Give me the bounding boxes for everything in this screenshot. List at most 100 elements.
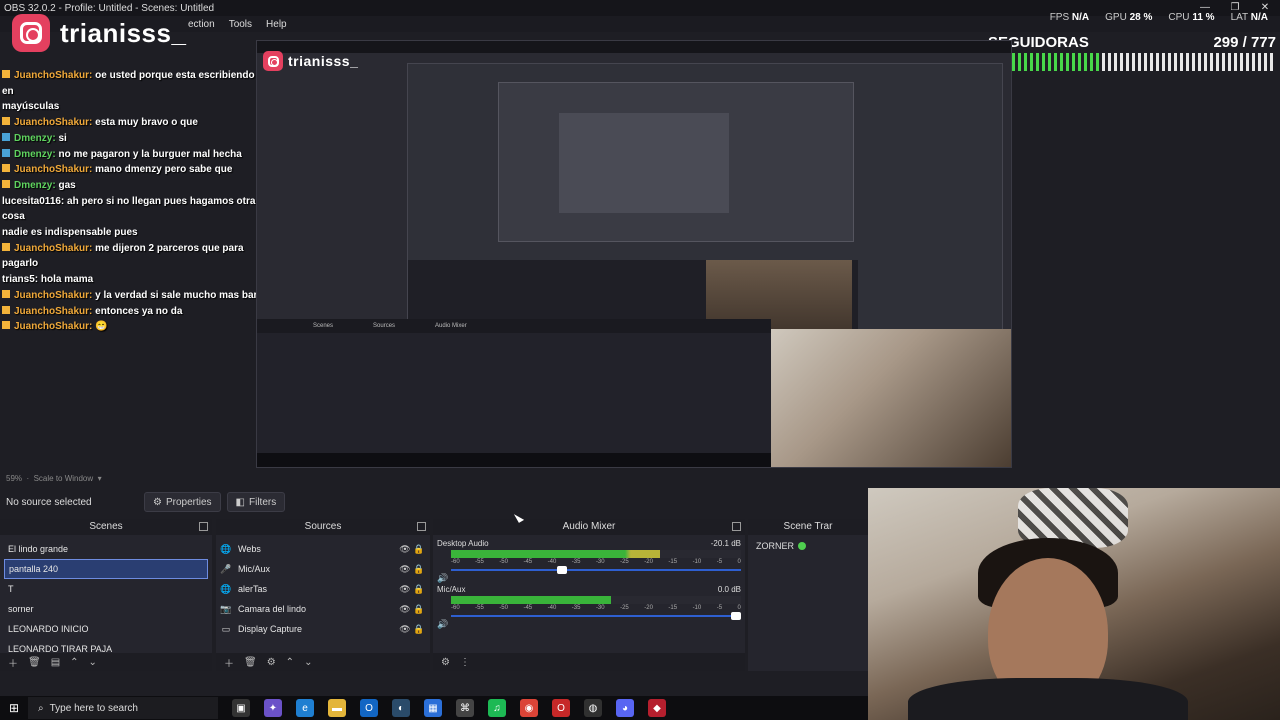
volume-slider-handle[interactable]: [557, 566, 567, 574]
add-icon[interactable]: ＋: [224, 655, 234, 670]
stat-fps: FPS N/A: [1049, 12, 1090, 23]
steam-icon[interactable]: ◐: [392, 699, 410, 717]
lock-icon[interactable]: 🔒: [412, 584, 426, 595]
chrome-icon[interactable]: ◉: [520, 699, 538, 717]
stat-gpu: GPU 28 %: [1105, 12, 1153, 23]
mixer-channels: Desktop Audio -20.1 dB -60 -55 -50 -45 -40 -35-…: [433, 535, 745, 629]
source-item[interactable]: 🎤 Mic/Aux 👁 🔒: [220, 559, 426, 579]
meter-tick: -20: [644, 605, 653, 611]
speaker-icon[interactable]: 🔊: [437, 573, 449, 584]
more-options-icon[interactable]: ⋮: [460, 657, 470, 668]
taskbar-search[interactable]: ⌕ Type here to search: [28, 697, 218, 719]
lock-icon[interactable]: 🔒: [412, 604, 426, 615]
search-icon: ⌕: [38, 702, 44, 714]
zoom-level: 59%: [6, 474, 23, 483]
advanced-audio-icon[interactable]: ⚙: [441, 657, 450, 668]
menu-item-tools[interactable]: Tools: [229, 19, 252, 30]
lock-icon[interactable]: 🔒: [412, 564, 426, 575]
source-item[interactable]: 📷 Camara del lindo 👁 🔒: [220, 599, 426, 619]
app-red-icon[interactable]: ◆: [648, 699, 666, 717]
chevron-up-icon[interactable]: ⌃: [286, 657, 294, 668]
scene-item[interactable]: sorner: [4, 599, 208, 619]
properties-button[interactable]: ⚙ Properties: [144, 492, 221, 512]
webcam-feed: [868, 488, 1280, 720]
scene-item[interactable]: T: [4, 579, 208, 599]
meter-tick: 0: [737, 559, 741, 565]
spotify-icon[interactable]: ♫: [488, 699, 506, 717]
globe-icon: 🌐: [220, 543, 232, 554]
nested-webcam-large: [771, 329, 1011, 467]
store-icon[interactable]: ▦: [424, 699, 442, 717]
undock-icon[interactable]: [199, 522, 208, 531]
visibility-eye-icon[interactable]: 👁: [398, 604, 412, 615]
undock-icon[interactable]: [417, 522, 426, 531]
chat-username: Dmenzy:: [14, 132, 56, 144]
sources-dock-header: Sources: [216, 519, 430, 535]
transition-item[interactable]: ZORNER: [748, 535, 868, 557]
obs-icon[interactable]: ◍: [584, 699, 602, 717]
speaker-icon[interactable]: 🔊: [437, 619, 449, 630]
visibility-eye-icon[interactable]: 👁: [398, 544, 412, 555]
chat-badge-icon: [2, 305, 10, 314]
chevron-down-icon[interactable]: ⌄: [89, 657, 97, 668]
chat-message: nadie es indispensable pues: [2, 225, 278, 241]
task-view-icon[interactable]: ▣: [232, 699, 250, 717]
channel-db: -20.1 dB: [710, 539, 741, 548]
meter-tick: -5: [716, 559, 723, 565]
zoom-mode[interactable]: Scale to Window: [34, 474, 94, 483]
chat-message: JuanchoShakur: oe usted porque esta escr…: [2, 68, 278, 99]
lock-icon[interactable]: 🔒: [412, 544, 426, 555]
visibility-eye-icon[interactable]: 👁: [398, 624, 412, 635]
chevron-up-icon[interactable]: ⌃: [70, 657, 78, 668]
scene-item[interactable]: LEONARDO INICIO: [4, 619, 208, 639]
menu-item-help[interactable]: Help: [266, 19, 287, 30]
preview-canvas[interactable]: trianisss_ Scenes Sources Audio Mixer: [256, 40, 1012, 468]
scene-item[interactable]: pantalla 240: [4, 559, 208, 579]
meter-tick: -55: [475, 559, 484, 565]
folder-icon[interactable]: ▬: [328, 699, 346, 717]
meter-tick: -30: [595, 605, 605, 611]
source-item[interactable]: 🌐 alerTas 👁 🔒: [220, 579, 426, 599]
discord-icon[interactable]: ◕: [616, 699, 634, 717]
menu-item-scene-collection[interactable]: ection: [188, 19, 215, 30]
trash-icon[interactable]: 🗑: [244, 657, 257, 668]
chat-text: entonces ya no da: [95, 305, 183, 317]
meter-tick: -25: [620, 605, 629, 611]
chat-username: JuanchoShakur:: [14, 289, 93, 301]
lock-icon[interactable]: 🔒: [412, 624, 426, 635]
chevron-down-icon[interactable]: ▾: [95, 474, 102, 483]
windows-start-icon[interactable]: ⊞: [0, 701, 28, 715]
zoom-bar[interactable]: 59% · Scale to Window ▾: [0, 472, 868, 486]
filter-icon[interactable]: ▤: [51, 657, 60, 668]
volume-slider-handle[interactable]: [731, 612, 741, 620]
edge-icon[interactable]: e: [296, 699, 314, 717]
gear-icon[interactable]: ⚙: [267, 657, 276, 668]
meter-tick: -50: [499, 559, 508, 565]
volume-slider[interactable]: [451, 566, 741, 574]
scene-transitions-header: Scene Trar: [748, 519, 868, 535]
source-item[interactable]: ▭ Display Capture 👁 🔒: [220, 619, 426, 639]
chat-username: JuanchoShakur:: [14, 70, 93, 81]
scene-item[interactable]: El lindo grande: [4, 539, 208, 559]
trash-icon[interactable]: 🗑: [28, 657, 41, 668]
outlook-icon[interactable]: O: [360, 699, 378, 717]
audio-mixer-header: Audio Mixer: [433, 519, 745, 535]
source-item[interactable]: 🌐 Webs 👁 🔒: [220, 539, 426, 559]
visibility-eye-icon[interactable]: 👁: [398, 584, 412, 595]
opera-icon[interactable]: O: [552, 699, 570, 717]
chat-message: JuanchoShakur: y la verdad si sale mucho…: [2, 288, 278, 304]
chat-text: gas: [58, 179, 76, 191]
add-icon[interactable]: ＋: [8, 655, 18, 670]
monitor-icon: ▭: [221, 623, 231, 634]
followers-progress-bar: [988, 53, 1276, 71]
app-icon[interactable]: ⌘: [456, 699, 474, 717]
copilot-icon[interactable]: ✦: [264, 699, 282, 717]
undock-icon[interactable]: [732, 522, 741, 531]
visibility-eye-icon[interactable]: 👁: [398, 564, 412, 575]
chat-badge-icon: [2, 148, 10, 157]
nested-taskbar: [257, 453, 771, 467]
chat-username: JuanchoShakur:: [14, 305, 93, 317]
chevron-down-icon[interactable]: ⌄: [304, 657, 312, 668]
filters-button[interactable]: ◧ Filters: [226, 492, 286, 512]
volume-slider[interactable]: [451, 612, 741, 620]
